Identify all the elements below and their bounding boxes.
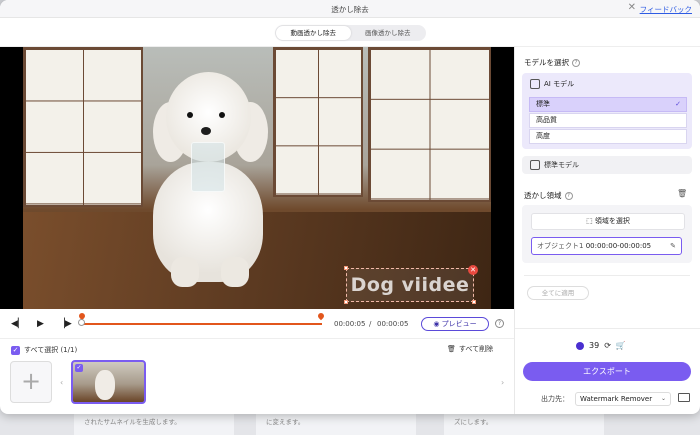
cart-icon[interactable]: 🛒 [616,341,626,350]
preview-label: プレビュー [441,320,477,328]
resize-handle[interactable] [344,300,348,304]
help-icon[interactable]: ? [495,319,504,328]
scroll-left-icon[interactable]: ‹ [60,378,63,387]
resize-handle[interactable] [472,300,476,304]
select-all-label: すべて選択 (1/1) [24,346,78,354]
current-time: 00:00:05 [334,320,366,328]
select-all-checkbox[interactable]: ✓ すべて選択 (1/1) [11,345,77,355]
thumbnail-dog [95,370,115,400]
shoji-panel [368,47,491,202]
watermark-text: Dog viidee [350,274,470,296]
video-thumbnail[interactable]: ✓ [71,360,146,404]
remove-selection-icon[interactable]: ✕ [468,265,478,275]
preview-button[interactable]: ◉ プレビュー [421,317,489,331]
preview-icon: ◉ [433,320,442,328]
scroll-right-icon[interactable]: › [501,378,504,387]
delete-all-button[interactable]: 🗑 すべて削除 [447,344,493,354]
mode-tabs: 動画透かし除去 画像透かし除去 [275,25,426,41]
play-icon[interactable]: ▶ [37,319,44,329]
dog-eye [219,112,225,118]
background-card-text: に変えます。 [266,418,305,426]
watermark-remover-window: 透かし除去 ✕ フィードバック 動画透かし除去 画像透かし除去 Dog viid… [0,0,700,414]
close-icon[interactable]: ✕ [628,2,636,13]
credit-coin-icon [576,341,584,350]
ai-model-label: AI モデル [544,80,575,88]
ai-model-header: AI モデル [530,79,574,89]
video-preview: Dog viidee [0,47,514,309]
model-option-standard[interactable]: 標準 ✓ [529,97,687,112]
timeline-end-marker[interactable] [316,311,326,321]
total-time: 00:00:05 [377,320,409,328]
playback-controls: ◀▏ ▶ ▕▶ 00:00:05 / 00:00:05 ◉ プレビュー ? [0,309,514,339]
model-heading-text: モデルを選択 [524,58,569,67]
shoji-panel [273,47,363,197]
option-label: 高品質 [536,116,557,124]
export-button[interactable]: エクスポート [523,362,691,381]
apply-all-button[interactable]: 全てに適用 [527,286,589,300]
ai-chip-icon [530,79,540,89]
standard-model-card[interactable]: 標準モデル [522,156,692,174]
tab-video-watermark[interactable]: 動画透かし除去 [276,26,351,40]
background-card-text: ズにします。 [454,418,493,426]
check-icon: ✓ [675,100,681,108]
folder-icon[interactable] [678,393,690,402]
model-chip-icon [530,160,540,170]
standard-model-label: 標準モデル [544,161,579,169]
glass [191,142,225,192]
shoji-panel [23,47,143,207]
object-name: オブジェクト1 [537,242,584,250]
watermark-selection-box[interactable]: Dog viidee [344,266,476,304]
timeline-track[interactable] [82,323,322,325]
window-title: 透かし除去 [331,5,369,14]
background-card-text: されたサムネイルを生成します。 [84,418,181,426]
prev-frame-icon[interactable]: ◀▏ [11,319,25,329]
dog-eye [187,112,193,118]
separator [524,275,690,276]
thumbnail-check-icon[interactable]: ✓ [75,364,83,372]
dog-nose [201,127,211,135]
edit-icon[interactable]: ✎ [670,238,676,254]
title-bar: 透かし除去 ✕ フィードバック [0,0,700,18]
delete-all-label: すべて削除 [458,345,494,353]
next-frame-icon[interactable]: ▕▶ [58,319,72,329]
help-icon[interactable]: ? [564,192,573,200]
model-heading: モデルを選択? [524,57,580,68]
object-time-range: 00:00:00-00:00:05 [585,242,652,250]
output-folder-select[interactable]: Watermark Remover ⌄ [575,392,671,406]
playhead-knob[interactable] [78,319,85,326]
feedback-link[interactable]: フィードバック [640,4,692,15]
chevron-down-icon: ⌄ [660,395,666,402]
tab-image-watermark[interactable]: 画像透かし除去 [351,26,426,40]
separator [515,328,700,329]
checkbox-checked-icon: ✓ [11,345,20,355]
dog-leg [171,257,199,287]
model-option-advanced[interactable]: 高度 [529,129,687,144]
panel-divider [514,46,515,414]
select-region-button[interactable]: ⬚ 領域を選択 [531,213,685,230]
model-option-high-quality[interactable]: 高品質 [529,113,687,128]
credits-row: 39 ⟳ 🛒 [576,341,626,350]
refresh-icon[interactable]: ⟳ [604,341,611,350]
option-label: 標準 [536,100,550,108]
trash-icon[interactable]: 🗑 [677,189,687,198]
credit-count: 39 [589,341,600,350]
help-icon[interactable]: ? [572,59,580,67]
region-heading: 透かし領域? [524,190,573,201]
output-label: 出力先： [541,395,569,403]
output-row: 出力先： Watermark Remover ⌄ [541,392,671,406]
trash-icon: 🗑 [447,345,456,353]
time-separator: / [369,320,372,328]
option-label: 高度 [536,132,550,140]
select-region-label: 領域を選択 [594,217,630,225]
add-file-button[interactable]: + [10,361,52,403]
dog-leg [221,257,249,287]
object-row[interactable]: オブジェクト1 00:00:00-00:00:05 ✎ [531,237,682,255]
resize-handle[interactable] [344,266,348,270]
region-heading-text: 透かし領域 [524,191,562,200]
region-select-icon: ⬚ [586,217,595,225]
output-value: Watermark Remover [580,395,653,403]
